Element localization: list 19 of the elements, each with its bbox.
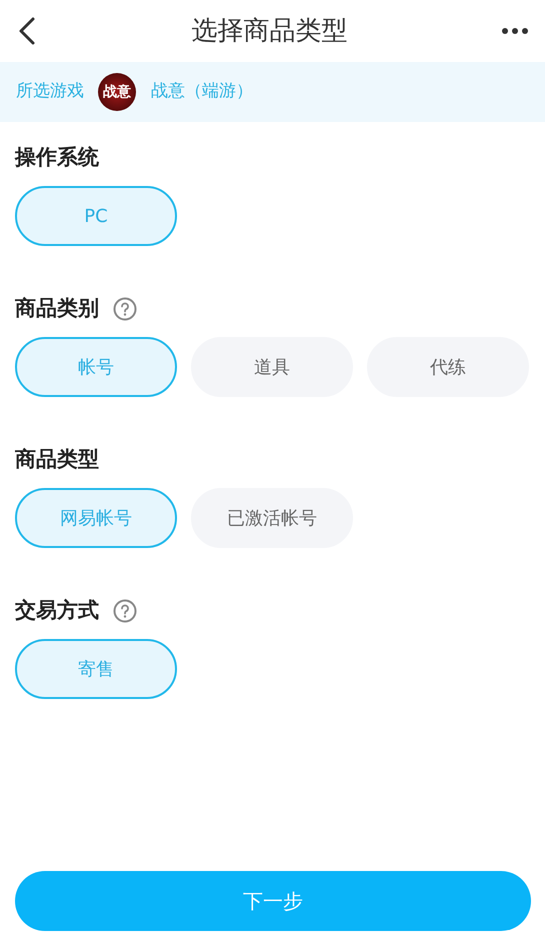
more-icon[interactable] [501,27,529,35]
option-chip[interactable]: 道具 [191,337,353,397]
game-name: 战意（端游） [151,80,253,104]
option-chip[interactable]: 代练 [367,337,529,397]
option-chip[interactable]: 寄售 [15,639,177,699]
option-chip[interactable]: PC [15,186,177,246]
game-logo: 战意 [98,73,136,111]
option-chip[interactable]: 网易帐号 [15,488,177,548]
section-title: 商品类别 [15,295,99,322]
help-icon[interactable] [113,599,137,623]
game-label: 所选游戏 [16,80,84,104]
page-title: 选择商品类型 [192,14,348,48]
option-chip[interactable]: 已激活帐号 [191,488,353,548]
section-title: 商品类型 [15,446,99,474]
section-title: 交易方式 [15,597,99,624]
section-title: 操作系统 [15,144,99,172]
next-button[interactable]: 下一步 [15,871,531,931]
help-icon[interactable] [113,297,137,321]
option-chip[interactable]: 帐号 [15,337,177,397]
